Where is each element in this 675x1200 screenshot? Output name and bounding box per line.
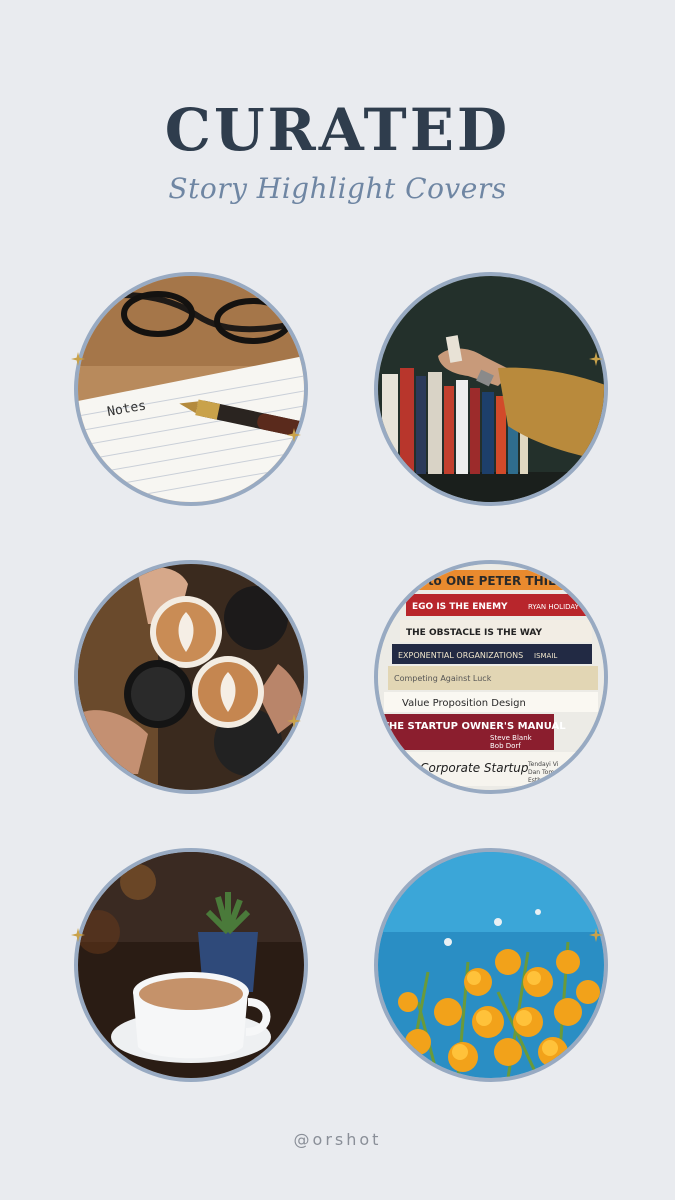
book-spine-6: Value Proposition Design xyxy=(402,698,526,709)
book-author-7: Esther Gons xyxy=(528,777,564,784)
poppies-photo xyxy=(378,852,604,1078)
book-author-6: Dan Toma xyxy=(528,769,558,776)
highlight-cover-notes[interactable]: Notes xyxy=(74,272,308,506)
book-author-3: Steve Blank xyxy=(490,734,533,742)
sparkle-icon xyxy=(589,928,603,942)
sparkle-icon xyxy=(287,714,301,728)
book-spine-1: ERO to ONE PETER THIEL xyxy=(396,574,564,588)
page-subtitle: Story Highlight Covers xyxy=(168,172,507,205)
sparkle-icon xyxy=(589,352,603,366)
sparkle-icon xyxy=(287,428,301,442)
book-spine-2: EGO IS THE ENEMY xyxy=(412,602,508,612)
bookshelf-photo xyxy=(378,276,604,502)
book-author-1: RYAN HOLIDAY xyxy=(528,603,580,611)
book-spine-5: Competing Against Luck xyxy=(394,674,492,683)
sparkle-icon xyxy=(71,352,85,366)
coffee-cheers-photo xyxy=(78,564,304,790)
book-spine-8: The Corporate Startup xyxy=(394,761,529,775)
highlight-cover-bookshelf[interactable] xyxy=(374,272,608,506)
book-author-2: ISMAIL xyxy=(534,652,557,660)
book-author-4: Bob Dorf xyxy=(490,742,521,750)
book-spine-3: THE OBSTACLE IS THE WAY xyxy=(406,628,543,638)
highlight-cover-coffee-cheers[interactable] xyxy=(74,560,308,794)
footer-handle: @orshot xyxy=(293,1130,382,1149)
book-spine-4: EXPONENTIAL ORGANIZATIONS xyxy=(398,651,523,660)
highlight-cover-book-stack[interactable]: ERO to ONE PETER THIEL EGO IS THE ENEMY … xyxy=(374,560,608,794)
book-spine-7: THE STARTUP OWNER'S MANUAL xyxy=(382,721,566,732)
book-stack-photo: ERO to ONE PETER THIEL EGO IS THE ENEMY … xyxy=(378,564,604,790)
latte-photo xyxy=(78,852,304,1078)
book-author-5: Tendayi Vi xyxy=(527,761,559,768)
page-title: CURATED xyxy=(164,96,511,164)
highlight-cover-poppies[interactable] xyxy=(374,848,608,1082)
highlight-cover-latte[interactable] xyxy=(74,848,308,1082)
notes-photo: Notes xyxy=(78,276,304,502)
sparkle-icon xyxy=(71,928,85,942)
